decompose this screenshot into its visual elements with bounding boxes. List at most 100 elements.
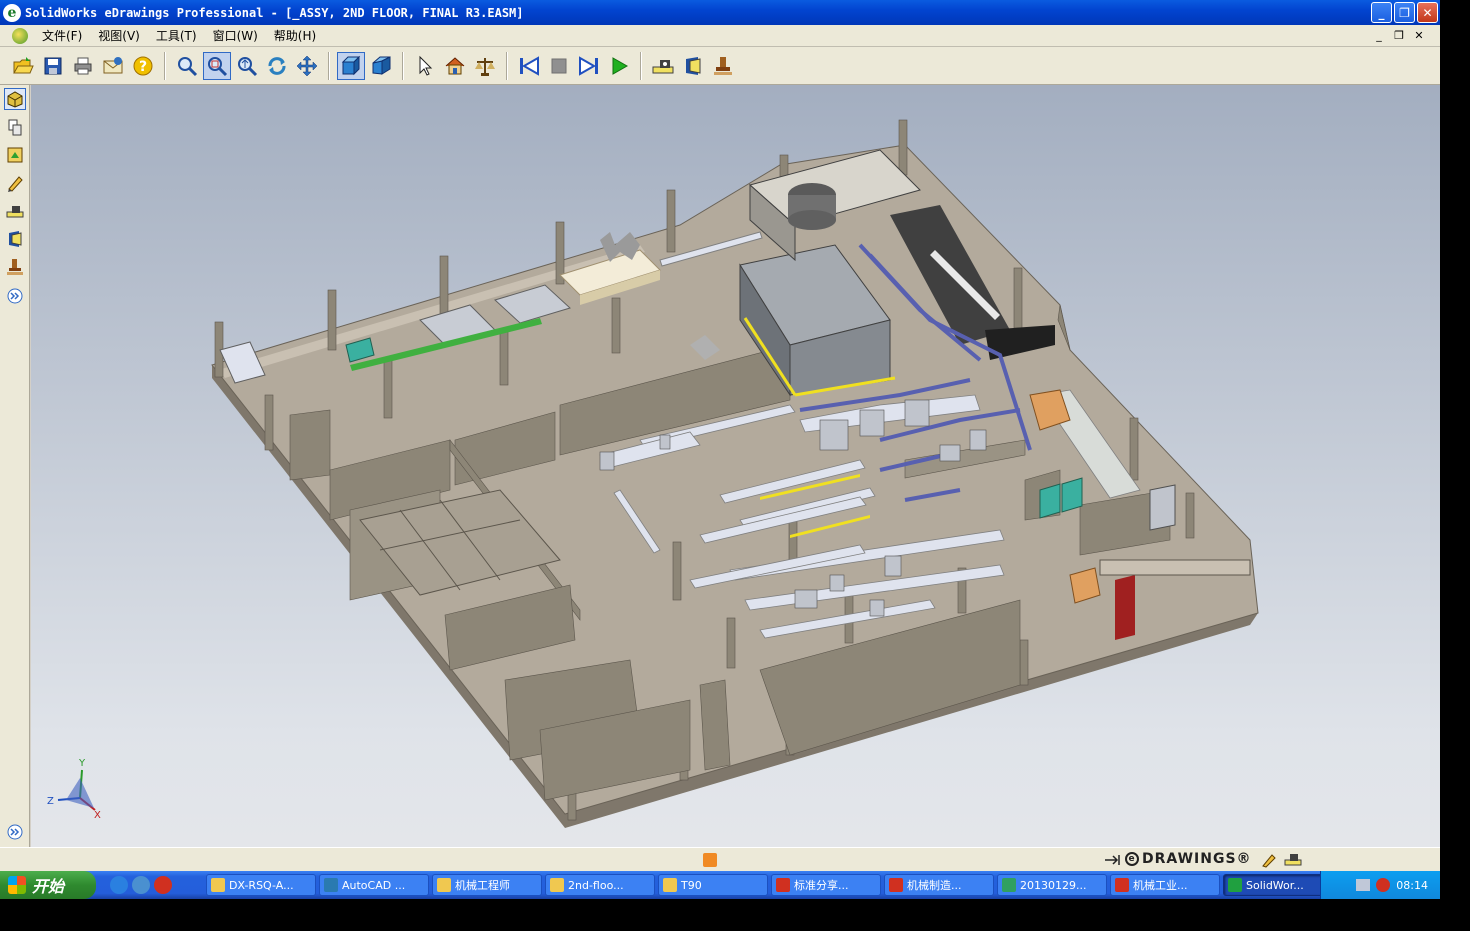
- menu-view[interactable]: 视图(V): [90, 27, 148, 44]
- play-button[interactable]: [605, 52, 633, 80]
- pan-icon: [296, 55, 318, 76]
- toolbar-separator: [506, 51, 508, 80]
- doc-minimize-button[interactable]: _: [1370, 27, 1388, 43]
- zoom-in-out-button[interactable]: [233, 52, 261, 80]
- keyboard-icon[interactable]: [1356, 879, 1371, 891]
- select-button[interactable]: [411, 52, 439, 80]
- perspective-icon: [372, 55, 391, 75]
- zoom-to-fit-button[interactable]: [173, 52, 201, 80]
- folder-icon: [663, 878, 677, 892]
- taskbar-item[interactable]: 20130129...: [997, 874, 1107, 896]
- measure-icon: [652, 59, 674, 73]
- open-button[interactable]: [9, 52, 37, 80]
- browser-icon[interactable]: [132, 876, 150, 894]
- edrawings-app-icon[interactable]: e: [3, 3, 21, 22]
- configurations-icon: [7, 147, 23, 163]
- title-bar[interactable]: e SolidWorks eDrawings Professional - [_…: [0, 0, 1440, 25]
- menu-bar: 文件(F) 视图(V) 工具(T) 窗口(W) 帮助(H) _ ❐ ✕: [0, 25, 1440, 47]
- first-frame-button[interactable]: [515, 52, 543, 80]
- components-button[interactable]: [4, 88, 26, 110]
- measure-panel-button[interactable]: [4, 200, 26, 222]
- measure-icon: [6, 206, 24, 218]
- section-panel-button[interactable]: [4, 228, 26, 250]
- send-button[interactable]: [99, 52, 127, 80]
- stop-button[interactable]: [545, 52, 573, 80]
- taskbar-item[interactable]: 机械工业...: [1110, 874, 1220, 896]
- menu-help[interactable]: 帮助(H): [266, 27, 324, 44]
- edrawings-window: e SolidWorks eDrawings Professional - [_…: [0, 0, 1440, 871]
- taskbar-item[interactable]: AutoCAD ...: [319, 874, 429, 896]
- clock[interactable]: 08:14: [1396, 879, 1428, 892]
- factory-floor-model[interactable]: Y Z X: [31, 85, 1440, 847]
- help-button[interactable]: ?: [129, 52, 157, 80]
- svg-text:?: ?: [139, 59, 147, 75]
- solidworks-icon[interactable]: [154, 876, 172, 894]
- menu-file[interactable]: 文件(F): [34, 27, 90, 44]
- measure-button[interactable]: [649, 52, 677, 80]
- collapse-panel-button[interactable]: [4, 821, 26, 843]
- autocad-icon: [324, 878, 338, 892]
- edrawings-icon: [1228, 878, 1242, 892]
- toolbar-separator: [164, 51, 166, 80]
- system-tray: 08:14: [1320, 871, 1440, 899]
- axis-triad: Y Z X: [47, 758, 101, 821]
- select-icon: [419, 55, 433, 76]
- perspective-button[interactable]: [367, 52, 395, 80]
- rotate-button[interactable]: [263, 52, 291, 80]
- home-button[interactable]: [441, 52, 469, 80]
- menu-tools[interactable]: 工具(T): [148, 27, 205, 44]
- ie-icon[interactable]: [110, 876, 128, 894]
- axis-label-z: Z: [47, 796, 54, 807]
- expand-icon: [7, 824, 23, 840]
- image-icon: [1002, 878, 1016, 892]
- next-frame-button[interactable]: [575, 52, 603, 80]
- play-icon: [612, 56, 629, 75]
- maximize-button[interactable]: ❐: [1394, 2, 1415, 23]
- taskbar-item[interactable]: T90: [658, 874, 768, 896]
- close-button[interactable]: ✕: [1417, 2, 1438, 23]
- zoom-to-area-icon: [208, 56, 228, 76]
- taskbar-item[interactable]: 标准分享...: [771, 874, 881, 896]
- configurations-button[interactable]: [4, 144, 26, 166]
- document-icon[interactable]: [12, 27, 28, 44]
- markup-button[interactable]: [4, 172, 26, 194]
- window-title: SolidWorks eDrawings Professional - [_AS…: [25, 5, 524, 20]
- menu-window[interactable]: 窗口(W): [205, 27, 266, 44]
- taskbar-item[interactable]: 机械工程师: [432, 874, 542, 896]
- markup-icon[interactable]: [1261, 852, 1277, 868]
- shaded-button[interactable]: [337, 51, 365, 80]
- zoom-in-out-icon: [238, 56, 258, 76]
- print-icon: [74, 57, 92, 74]
- pan-button[interactable]: [293, 52, 321, 80]
- doc-close-button[interactable]: ✕: [1410, 27, 1428, 43]
- left-panel: [0, 85, 30, 847]
- shaded-icon: [341, 55, 361, 75]
- taskbar-item[interactable]: 机械制造...: [884, 874, 994, 896]
- doc-restore-button[interactable]: ❐: [1390, 27, 1408, 43]
- section-button[interactable]: [679, 52, 707, 80]
- stop-icon: [551, 58, 567, 73]
- stamp-button[interactable]: [709, 52, 737, 80]
- model-viewport[interactable]: Y Z X: [31, 85, 1440, 847]
- start-button[interactable]: 开始: [0, 871, 96, 899]
- taskbar-item[interactable]: 2nd-floo...: [545, 874, 655, 896]
- stamp-panel-button[interactable]: [4, 256, 26, 278]
- taskbar-item[interactable]: DX-RSQ-A...: [206, 874, 316, 896]
- solidworks-tray-icon[interactable]: [1376, 878, 1391, 892]
- minimize-button[interactable]: _: [1371, 2, 1392, 23]
- taskbar-item-active[interactable]: SolidWor...: [1223, 874, 1323, 896]
- main-toolbar: ?: [0, 47, 1440, 85]
- expand-icon: [7, 288, 23, 304]
- stamp-icon: [7, 259, 23, 275]
- edrawings-brand: e DRAWINGS®: [1125, 851, 1252, 867]
- save-button[interactable]: [39, 52, 67, 80]
- measure-scale-button[interactable]: [471, 52, 499, 80]
- measure-icon[interactable]: [1284, 852, 1302, 868]
- start-label: 开始: [32, 877, 65, 896]
- print-button[interactable]: [69, 52, 97, 80]
- zoom-to-area-button[interactable]: [203, 51, 231, 80]
- zoom-to-fit-icon: [178, 56, 198, 76]
- expand-panel-button[interactable]: [4, 285, 26, 307]
- sheets-button[interactable]: [4, 116, 26, 138]
- rss-icon[interactable]: [703, 853, 717, 867]
